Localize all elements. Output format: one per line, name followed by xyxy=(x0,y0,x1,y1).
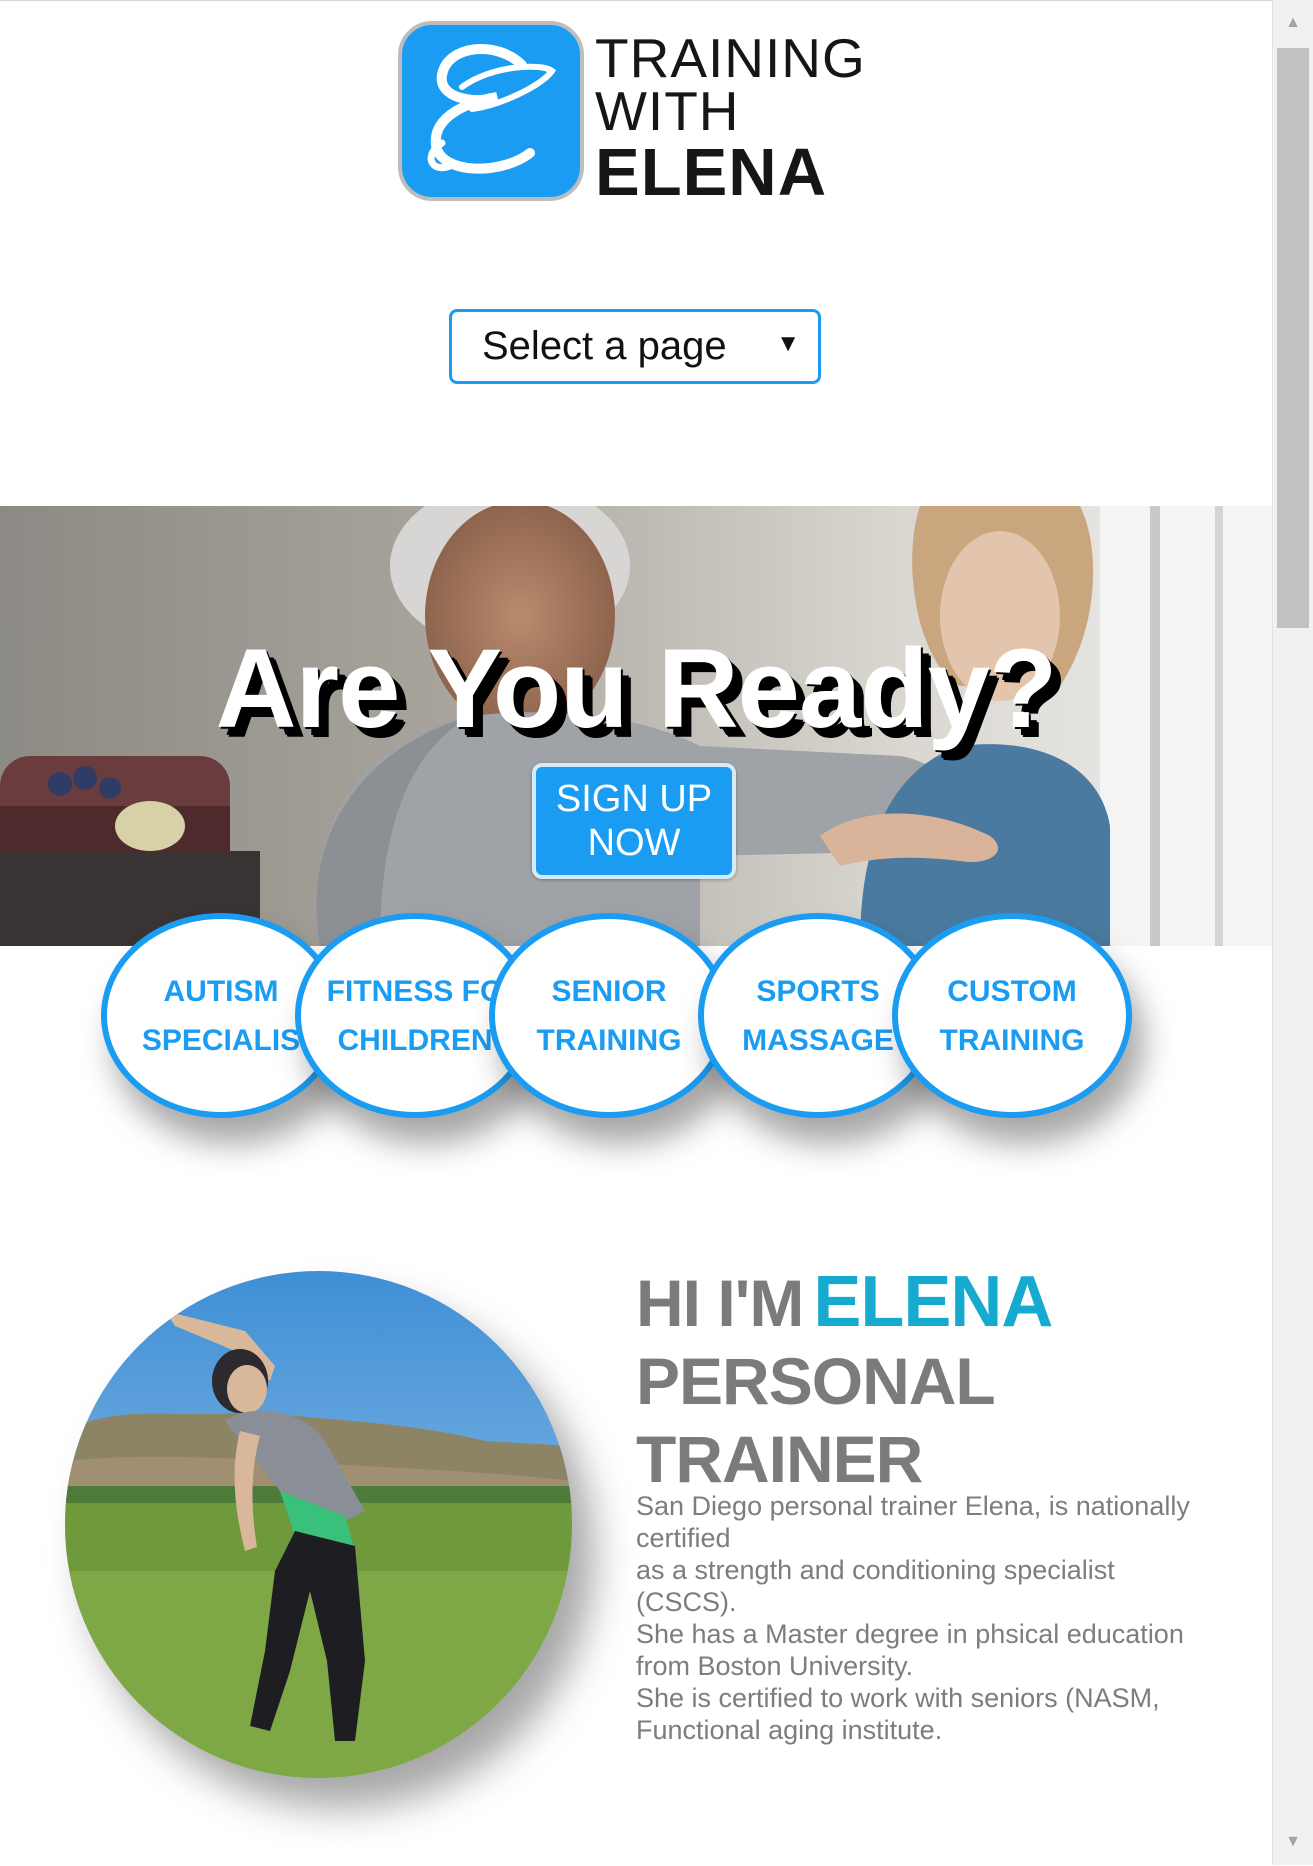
service-label-line-2: TRAINING xyxy=(536,1023,682,1057)
service-label-line-1: SENIOR xyxy=(551,974,667,1008)
sign-up-label-line-1: SIGN UP xyxy=(555,778,713,820)
trainer-name: ELENA xyxy=(813,1262,1053,1342)
title-line-2: TRAINER xyxy=(636,1422,923,1496)
scrollbar-thumb[interactable] xyxy=(1277,48,1309,628)
hero-headline: Are You Ready? xyxy=(215,626,1058,751)
logo-line-2: WITH xyxy=(595,80,740,142)
service-senior-training[interactable]: SENIOR TRAINING xyxy=(489,913,729,1118)
bio-line: (CSCS). xyxy=(636,1587,737,1617)
service-label-line-1: CUSTOM xyxy=(947,974,1077,1008)
bio-line: Functional aging institute. xyxy=(636,1715,943,1745)
about-section: HI I'M ELENA PERSONAL TRAINER San Diego p… xyxy=(636,1263,1236,1746)
about-bio: San Diego personal trainer Elena, is nat… xyxy=(636,1490,1236,1746)
bio-line: certified xyxy=(636,1523,731,1553)
logo-wordmark: TRAINING WITH ELENA xyxy=(595,27,866,210)
logo-line-1: TRAINING xyxy=(595,27,866,89)
elena-stretching-image xyxy=(65,1271,572,1778)
service-label-line-2: SPECIALIS xyxy=(141,1023,301,1057)
service-label-line-2: CHILDREN xyxy=(337,1023,493,1057)
service-label-line-2: MASSAGE xyxy=(742,1023,894,1057)
greeting-text: HI I'M xyxy=(636,1266,804,1340)
logo-line-3: ELENA xyxy=(595,135,828,210)
sign-up-label-line-2: NOW xyxy=(587,822,681,864)
script-e-icon xyxy=(427,44,557,174)
greeting-line: HI I'M ELENA xyxy=(636,1263,1236,1342)
logo-badge-icon xyxy=(398,21,584,201)
dropdown-arrow-icon: ▼ xyxy=(776,330,800,357)
service-label-line-2: TRAINING xyxy=(939,1023,1085,1057)
services-row: AUTISM SPECIALIS FITNESS FO CHILDREN SEN… xyxy=(0,913,1272,1133)
bio-line: She has a Master degree in phsical educa… xyxy=(636,1619,1184,1649)
page-select-value: Select a page xyxy=(482,324,727,368)
bio-line: from Boston University. xyxy=(636,1651,914,1681)
page: TRAINING WITH ELENA Select a page ▼ Are … xyxy=(0,0,1272,1866)
site-logo[interactable]: TRAINING WITH ELENA xyxy=(398,21,878,210)
scroll-up-arrow-icon[interactable]: ▲ xyxy=(1273,0,1313,46)
elena-photo xyxy=(65,1271,572,1778)
bio-line: She is certified to work with seniors (N… xyxy=(636,1683,1160,1713)
service-label-line-1: FITNESS FO xyxy=(326,974,504,1008)
sign-up-now-button[interactable]: SIGN UP NOW xyxy=(532,763,736,879)
vertical-scrollbar[interactable]: ▲ ▼ xyxy=(1272,0,1313,1865)
hero-banner: Are You Ready? SIGN UP NOW xyxy=(0,506,1272,946)
service-custom-training[interactable]: CUSTOM TRAINING xyxy=(892,913,1132,1118)
service-label-line-1: AUTISM xyxy=(163,974,279,1008)
about-heading: HI I'M ELENA PERSONAL TRAINER xyxy=(636,1263,1236,1498)
bio-line: San Diego personal trainer Elena, is nat… xyxy=(636,1491,1190,1521)
page-select-dropdown[interactable]: Select a page ▼ xyxy=(449,309,821,384)
scroll-down-arrow-icon[interactable]: ▼ xyxy=(1273,1819,1313,1865)
title-line-1: PERSONAL xyxy=(636,1344,996,1418)
bio-line: as a strength and conditioning specialis… xyxy=(636,1555,1115,1585)
service-label-line-1: SPORTS xyxy=(756,974,880,1008)
